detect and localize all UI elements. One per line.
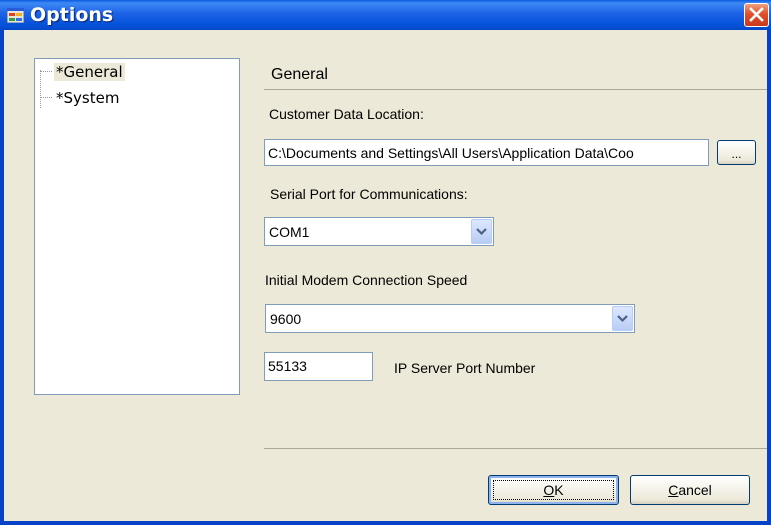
button-divider (264, 448, 767, 449)
ip-server-port-input[interactable]: 55133 (264, 352, 373, 381)
window-border-bottom (0, 521, 771, 525)
modem-speed-dropdown-button[interactable] (612, 306, 633, 331)
close-icon (749, 7, 764, 22)
tree-connector (40, 97, 52, 98)
chevron-down-icon (617, 315, 628, 323)
ip-server-port-label: IP Server Port Number (394, 360, 536, 376)
modem-speed-value: 9600 (270, 311, 302, 327)
options-tree[interactable]: *General *System (34, 58, 240, 395)
tree-connector (40, 70, 41, 108)
tree-item-general[interactable]: *General (54, 63, 125, 81)
serial-port-dropdown-button[interactable] (471, 219, 492, 244)
focus-rectangle (493, 480, 614, 500)
window-title: Options (30, 4, 114, 26)
serial-port-value: COM1 (269, 224, 310, 240)
browse-button[interactable]: ... (717, 140, 756, 165)
cancel-button-label: ancel (678, 482, 712, 498)
tree-connector (40, 71, 52, 72)
chevron-down-icon (476, 228, 487, 236)
close-button[interactable] (744, 3, 769, 27)
cancel-button[interactable]: Cancel (630, 475, 750, 505)
section-divider (264, 89, 767, 90)
window-border-right (767, 30, 771, 525)
ok-button[interactable]: OK (488, 475, 619, 505)
customer-data-location-label: Customer Data Location: (269, 106, 424, 122)
customer-data-location-input[interactable]: C:\Documents and Settings\All Users\Appl… (264, 139, 709, 166)
options-window-icon (7, 8, 24, 23)
section-title: General (271, 66, 328, 83)
title-bar[interactable]: Options (0, 0, 771, 30)
options-dialog: Options *General *System General Custome… (0, 0, 771, 525)
modem-speed-select[interactable]: 9600 (265, 304, 635, 333)
serial-port-select[interactable]: COM1 (264, 217, 494, 246)
browse-button-label: ... (731, 147, 742, 161)
window-border-left (0, 30, 4, 525)
cancel-button-mnemonic: C (668, 482, 679, 498)
serial-port-label: Serial Port for Communications: (270, 186, 468, 202)
modem-speed-label: Initial Modem Connection Speed (265, 272, 468, 288)
tree-item-system[interactable]: *System (56, 89, 119, 107)
